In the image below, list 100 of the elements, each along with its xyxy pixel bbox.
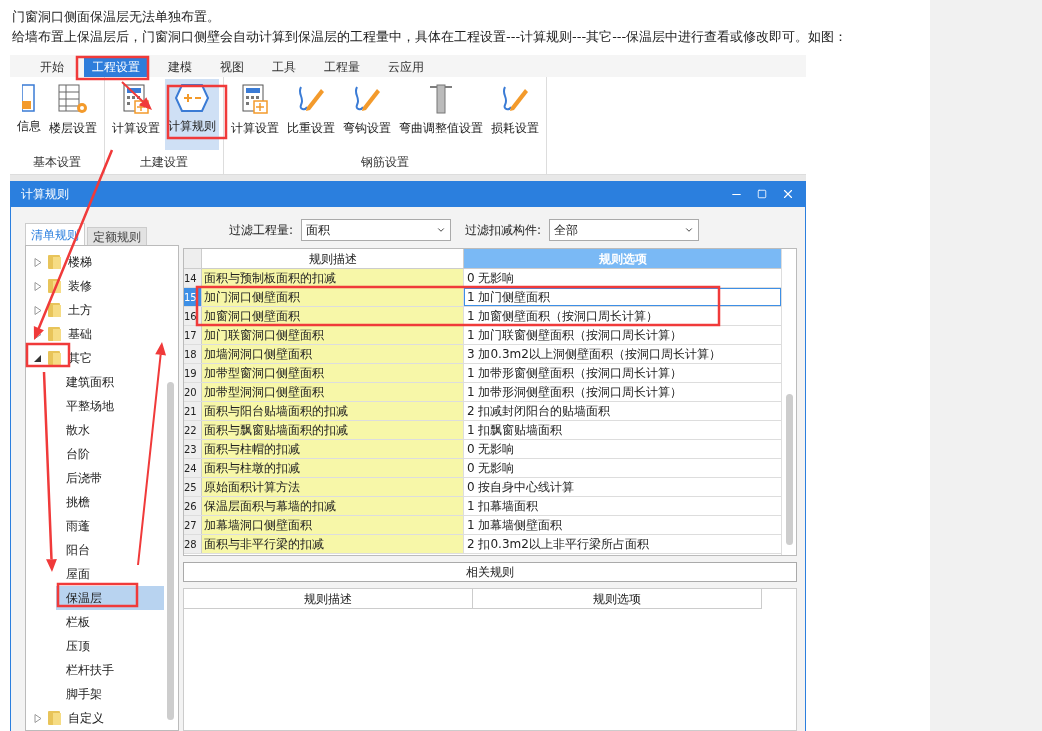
tree-item[interactable]: 平整场地 [56,394,164,418]
row-number: 23 [184,440,202,458]
calculator-icon [240,83,270,115]
ribbon-button[interactable]: 信息 [14,79,44,150]
table-cell: 面积与飘窗贴墙面积的扣减 [202,421,464,439]
table-cell[interactable]: 1 加门联窗侧壁面积（按洞口周长计算） [464,326,781,344]
tree-item[interactable]: 建筑面积 [56,370,164,394]
scrollbar[interactable] [167,382,174,720]
table-cell: 面积与预制板面积的扣减 [202,269,464,287]
ribbon-tab[interactable]: 工程量 [316,57,368,77]
close-icon[interactable] [781,187,795,201]
ribbon-tab[interactable]: 开始 [32,57,72,77]
folder-icon [48,350,62,366]
tree-item[interactable]: 屋面 [56,562,164,586]
row-number: 26 [184,497,202,515]
table-cell[interactable]: 1 加门侧壁面积 [464,288,781,306]
table-cell[interactable]: 1 加窗侧壁面积（按洞口周长计算） [464,307,781,325]
table-cell[interactable]: 1 扣飘窗贴墙面积 [464,421,781,439]
row-number: 24 [184,459,202,477]
table-cell[interactable]: 1 加带形洞侧壁面积（按洞口周长计算） [464,383,781,401]
expand-icon[interactable] [34,713,42,723]
table-cell[interactable]: 1 扣幕墙面积 [464,497,781,515]
tree-item[interactable]: 阳台 [56,538,164,562]
expand-icon[interactable] [34,281,42,291]
maximize-icon[interactable] [757,189,767,199]
table-gear-icon [57,83,89,115]
column-header: 规则描述 [184,589,473,608]
ribbon-tab[interactable]: 工程设置 [84,57,148,77]
table-cell: 面积与非平行梁的扣减 [202,535,464,553]
column-header: 规则选项 [464,249,781,268]
row-number: 19 [184,364,202,382]
highlight-box [25,342,71,368]
table-cell[interactable]: 1 加幕墙侧壁面积 [464,516,781,534]
ribbon-button[interactable]: 楼层设置 [46,79,100,150]
plus-minus-hexagon-icon [174,83,210,113]
paragraph: 给墙布置上保温层后，门窗洞口侧壁会自动计算到保温层的工程量中，具体在工程设置---计算规则---其它---保温层中进行查看或修改即可。如图： [12,28,849,45]
table-cell: 加幕墙洞口侧壁面积 [202,516,464,534]
scrollbar[interactable] [786,394,793,545]
paragraph: 门窗洞口侧面保温层无法单独布置。 [12,8,221,25]
filter-dropdown[interactable]: 面积 [301,219,452,241]
table-cell: 原始面积计算方法 [202,478,464,496]
table-cell[interactable]: 0 无影响 [464,440,781,458]
table-cell: 加门联窗洞口侧壁面积 [202,326,464,344]
row-number: 20 [184,383,202,401]
filter-label: 过滤工程量: [229,222,294,239]
tree-item[interactable]: 楼梯 [26,250,178,274]
table-cell: 加带型窗洞口侧壁面积 [202,364,464,382]
tree-item[interactable]: 栏板 [56,610,164,634]
tree-item[interactable]: 台阶 [56,442,164,466]
row-number: 25 [184,478,202,496]
caret-icon [684,225,695,235]
filter-dropdown[interactable]: 全部 [549,219,700,241]
table-cell[interactable]: 0 按自身中心线计算 [464,478,781,496]
ribbon-button[interactable]: 损耗设置 [488,79,542,150]
highlight-box [166,84,228,140]
ribbon-tab[interactable]: 云应用 [380,57,432,77]
tree-item[interactable]: 挑檐 [56,490,164,514]
row-number: 22 [184,421,202,439]
tree-item[interactable]: 压顶 [56,634,164,658]
expand-icon[interactable] [34,305,42,315]
table-cell[interactable]: 0 无影响 [464,269,781,287]
ribbon-button[interactable]: 弯曲调整值设置 [396,79,486,150]
tree-item[interactable]: 后浇带 [56,466,164,490]
collapse-icon[interactable] [34,353,42,363]
ribbon-tab[interactable]: 工具 [264,57,304,77]
caret-icon [436,225,447,235]
table-cell: 面积与柱墩的扣减 [202,459,464,477]
group-label: 钢筋设置 [360,154,410,171]
table-cell: 加窗洞口侧壁面积 [202,307,464,325]
ribbon-button[interactable]: 计算规则 [165,79,219,150]
ribbon-button[interactable]: 计算设置 [228,79,282,150]
table-cell: 保温层面积与幕墙的扣减 [202,497,464,515]
tree-item[interactable]: 保温层 [56,586,164,610]
row-number: 27 [184,516,202,534]
tree-item[interactable]: 脚手架 [56,682,164,706]
column-header: 规则选项 [473,589,762,608]
table-cell[interactable]: 2 扣0.3m2以上非平行梁所占面积 [464,535,781,553]
table-cell: 面积与柱帽的扣减 [202,440,464,458]
table-cell: 加带型洞洞口侧壁面积 [202,383,464,401]
panel-tab[interactable]: 定额规则 [87,227,147,245]
row-number: 28 [184,535,202,553]
ribbon-tab[interactable]: 建模 [160,57,200,77]
row-number: 17 [184,326,202,344]
tree-item[interactable]: 栏杆扶手 [56,658,164,682]
tree-item[interactable]: 散水 [56,418,164,442]
ribbon-button[interactable]: 比重设置 [284,79,338,150]
table-cell[interactable]: 3 加0.3m2以上洞侧壁面积（按洞口周长计算） [464,345,781,363]
expand-icon[interactable] [34,257,42,267]
folder-icon [48,254,62,270]
row-number: 14 [184,269,202,287]
table-cell[interactable]: 2 扣减封闭阳台的贴墙面积 [464,402,781,420]
ribbon-tab[interactable]: 视图 [212,57,252,77]
tree-item[interactable]: 自定义 [26,706,178,730]
tree-item[interactable]: 雨蓬 [56,514,164,538]
ribbon-button[interactable]: 弯钩设置 [340,79,394,150]
row-number: 21 [184,402,202,420]
group-label: 土建设置 [139,154,189,171]
table-cell[interactable]: 0 无影响 [464,459,781,477]
folder-icon [48,302,62,318]
table-cell[interactable]: 1 加带形窗侧壁面积（按洞口周长计算） [464,364,781,382]
